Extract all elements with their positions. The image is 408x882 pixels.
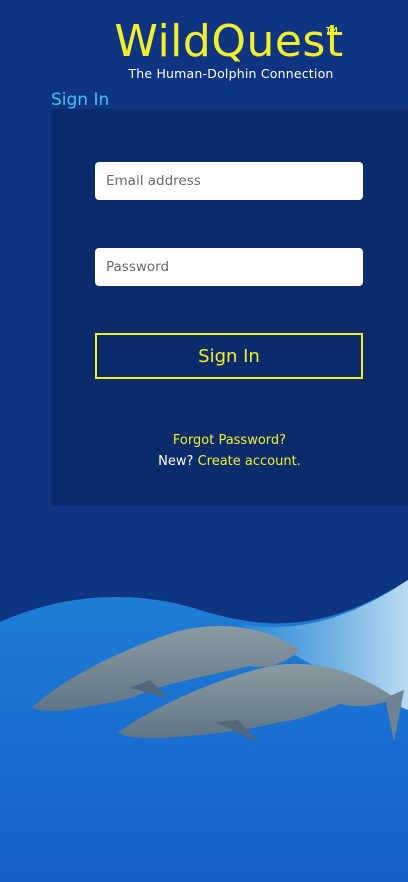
signin-panel: Sign In Forgot Password? New? Create acc… <box>51 109 408 506</box>
brand-name: WildQuest <box>114 16 344 67</box>
dolphin-hero-image <box>0 580 408 882</box>
password-field[interactable] <box>95 248 363 286</box>
create-account-link[interactable]: Create account. <box>198 454 301 469</box>
signin-button[interactable]: Sign In <box>95 333 363 379</box>
email-field[interactable] <box>95 162 363 200</box>
signin-heading: Sign In <box>51 90 110 110</box>
trademark-mark: TM <box>326 26 338 34</box>
create-account-line: New? Create account. <box>51 454 408 469</box>
brand-tagline: The Human-Dolphin Connection <box>128 66 334 81</box>
forgot-password-link[interactable]: Forgot Password? <box>51 433 408 448</box>
new-prefix: New? <box>158 454 194 469</box>
brand-logo: WildQuest <box>0 14 408 70</box>
